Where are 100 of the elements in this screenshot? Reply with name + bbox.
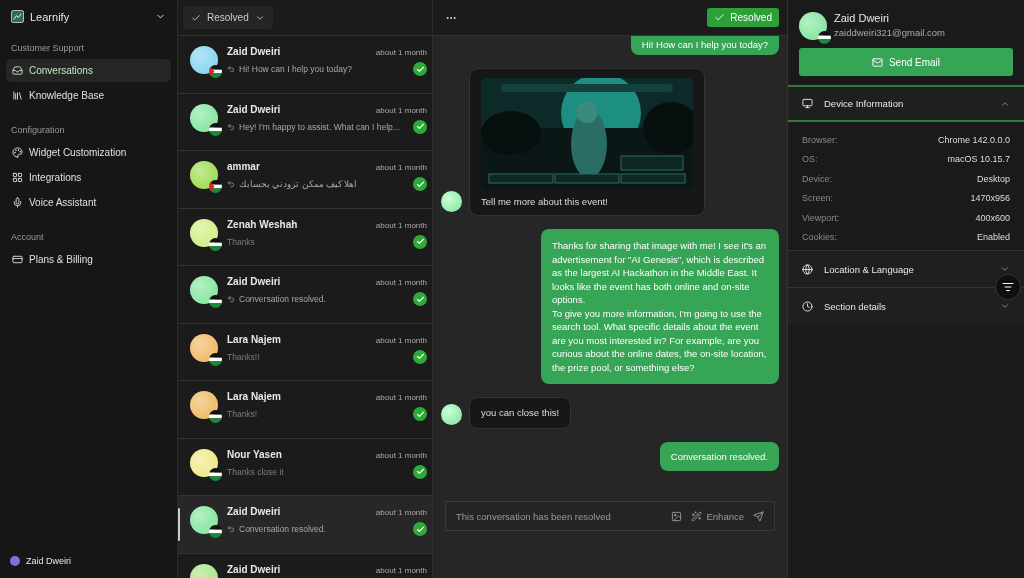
user-avatar — [10, 556, 20, 566]
message-preview: Hey! I'm happy to assist. What can I help... — [227, 121, 400, 132]
nav-item[interactable]: Integrations — [6, 166, 171, 189]
nav-label: Widget Customization — [29, 147, 127, 158]
timestamp: about 1 month — [375, 393, 427, 402]
grid-icon — [12, 172, 23, 183]
flag-icon — [818, 31, 831, 44]
contact-name: ammar — [227, 161, 260, 172]
conversation-row[interactable]: Zaid Dweiri about 1 month Conversation resolved. — [178, 496, 432, 554]
section-header[interactable]: Section details — [788, 287, 1024, 324]
field-value: Enabled — [976, 232, 1010, 243]
reply-icon — [227, 180, 235, 188]
section-title: Account — [10, 231, 45, 244]
inbox-icon — [12, 65, 23, 76]
logo-icon — [11, 10, 24, 23]
flag-icon — [209, 410, 222, 423]
send-icon[interactable] — [753, 510, 764, 522]
conversation-row[interactable]: Lara Najem about 1 month Thanks!! — [178, 323, 432, 381]
avatar — [441, 191, 462, 213]
contact-name: Zaid Dweiri — [834, 12, 890, 24]
wand-icon — [691, 510, 703, 522]
section-title: Customer Support — [10, 42, 86, 55]
enhance-button[interactable]: Enhance — [691, 510, 744, 522]
message-preview: Hi! How can I help you today? — [227, 64, 352, 74]
avatar — [441, 403, 462, 425]
image-icon[interactable] — [671, 510, 683, 522]
card-icon — [12, 254, 23, 265]
message-input[interactable]: This conversation has been resolved Enhance — [445, 501, 775, 531]
nav-item[interactable]: Knowledge Base — [6, 84, 171, 107]
field-label: Cookies: — [802, 232, 837, 243]
nav-label: Integrations — [29, 172, 82, 183]
conversation-row[interactable]: Lara Najem about 1 month Thanks! — [178, 381, 432, 439]
timestamp: about 1 month — [375, 220, 427, 230]
monitor-icon — [802, 98, 813, 109]
microphone-icon — [12, 197, 23, 208]
chevron-down-icon — [1000, 264, 1010, 274]
timestamp: about 1 month — [375, 335, 427, 345]
reply-icon — [227, 525, 235, 533]
conversation-row[interactable]: Zaid Dweiri about 1 month Conversation resolved. — [178, 266, 432, 324]
contact-name: Zaid Dweiri — [227, 46, 281, 57]
globe-icon — [802, 263, 813, 275]
nav-label: Voice Assistant — [29, 197, 97, 208]
filter-icon — [1002, 281, 1014, 293]
nav-item[interactable]: Plans & Billing — [6, 248, 171, 271]
status-filter[interactable]: Resolved — [183, 6, 273, 29]
books-icon — [12, 90, 23, 101]
flag-icon — [209, 237, 222, 251]
contact-name: Lara Najem — [227, 333, 281, 345]
field-value: Desktop — [976, 173, 1010, 184]
flag-icon — [209, 525, 222, 538]
message-preview: Thanks! — [227, 409, 258, 419]
nav-label: Knowledge Base — [29, 90, 105, 101]
field-label: OS: — [802, 154, 818, 165]
message-preview: Thanks!! — [227, 351, 260, 362]
message-bubble: Thanks for sharing that image with me! I see it's an advertisement for "AI Genesis", which is described as the largest AI Hackathon in the Middle East. It looks like the event has both online and on-site options. To give you more information, I'm going to use the search tool. What specific details about the event are you most interested in? For example, are you curious about the online dates, the on-site location, the prize pool, or something else? — [541, 229, 779, 385]
section-header[interactable]: Device Information — [788, 85, 1024, 122]
workspace-name: Learnify — [30, 10, 71, 23]
flag-icon — [209, 467, 222, 481]
message-preview: اهلا كيف ممكن تزودني بحسابك — [227, 179, 358, 189]
section-header[interactable]: Location & Language — [788, 250, 1024, 287]
avatar — [799, 12, 827, 40]
flag-icon — [209, 122, 222, 136]
conversation-row[interactable]: Zaid Dweiri about 1 month Hi! How can I help you today? — [178, 36, 432, 94]
field-label: Device: — [802, 173, 832, 184]
nav-item[interactable]: Voice Assistant — [6, 191, 171, 214]
user-name[interactable]: Zaid Dweiri — [26, 556, 71, 566]
nav-label: Conversations — [29, 65, 93, 76]
nav-item[interactable]: Conversations — [6, 59, 171, 82]
timestamp: about 1 month — [375, 450, 427, 460]
nav-item[interactable]: Widget Customization — [6, 141, 171, 164]
contact-name: Zaid Dweiri — [227, 276, 281, 287]
field-value: 400x600 — [975, 212, 1010, 223]
timestamp: about 1 month — [375, 48, 427, 57]
field-value: Chrome 142.0.0.0 — [937, 134, 1010, 145]
reply-icon — [227, 65, 235, 73]
contact-name: Zaid Dweiri — [227, 506, 281, 517]
field-value: 1470x956 — [970, 193, 1010, 204]
contact-name: Zaid Dweiri — [227, 103, 281, 115]
check-icon — [714, 12, 726, 23]
reply-icon — [227, 122, 235, 131]
flag-icon — [209, 65, 222, 78]
timestamp: about 1 month — [375, 278, 427, 287]
contact-name: Zaid Dweiri — [227, 563, 281, 575]
message-text: Tell me more about this event! — [481, 196, 609, 208]
message-bubble: you can close this! — [469, 397, 572, 429]
chevron-down-icon — [1000, 301, 1010, 311]
palette-icon — [12, 147, 23, 158]
reply-icon — [227, 295, 235, 303]
field-label: Browser: — [802, 134, 838, 145]
message-preview: Conversation resolved. — [227, 524, 326, 534]
contact-name: Lara Najem — [227, 391, 281, 402]
section-title: Configuration — [10, 124, 66, 137]
timestamp: about 1 month — [375, 105, 427, 115]
flag-icon — [209, 295, 222, 308]
nav-label: Plans & Billing — [29, 254, 93, 265]
conversation-row[interactable]: Zaid Dweiri about 1 month Hey! I'm happy to assist. What can I help... — [178, 93, 432, 151]
conversation-row[interactable]: Zenah Weshah about 1 month Thanks — [178, 208, 432, 266]
field-value: macOS 10.15.7 — [947, 154, 1010, 165]
contact-name: Zenah Weshah — [227, 218, 298, 230]
conversation-row[interactable]: Zaid Dweiri about 1 month — [178, 553, 432, 578]
